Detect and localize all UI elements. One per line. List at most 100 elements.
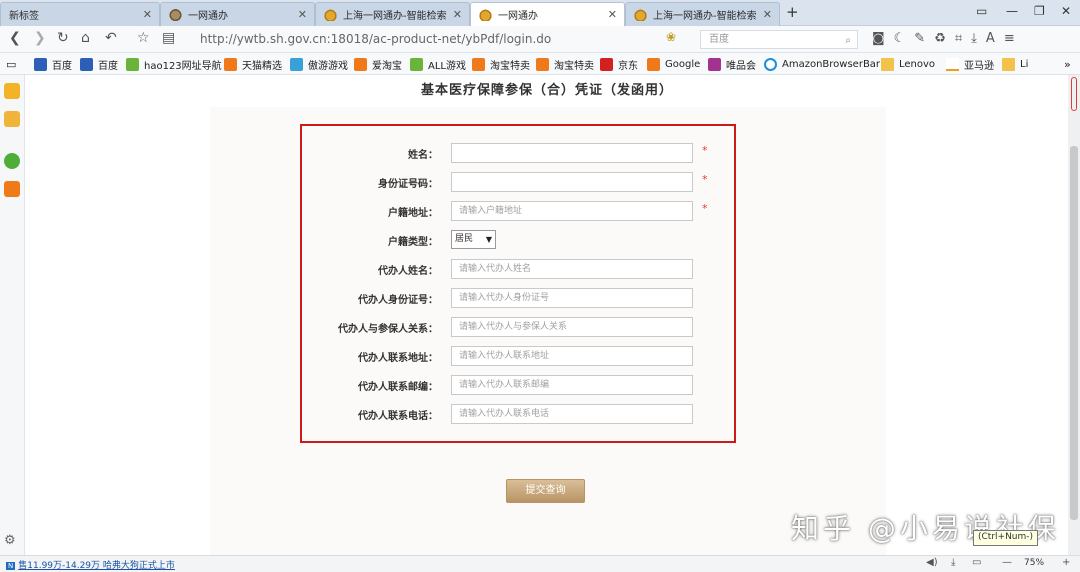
- bookmark-item[interactable]: AmazonBrowserBar: [764, 57, 880, 72]
- close-window-icon[interactable]: ✕: [1061, 4, 1071, 18]
- back-icon[interactable]: ❮: [9, 30, 21, 46]
- amazon-icon: [946, 58, 959, 71]
- bookmark-label: Li: [1020, 59, 1029, 70]
- bookmark-folder[interactable]: Lenovo: [881, 57, 935, 72]
- zoom-level[interactable]: 75%: [1024, 558, 1044, 568]
- site-favicon-icon: [479, 8, 492, 21]
- close-icon[interactable]: ✕: [453, 8, 462, 21]
- download-icon[interactable]: ⤓: [971, 31, 986, 46]
- form-row-agent-name: 代办人姓名：: [302, 259, 738, 279]
- tab-new-tab[interactable]: 新标签 ✕: [0, 2, 160, 26]
- bookmark-item[interactable]: hao123网址导航: [126, 57, 222, 72]
- smiley-icon[interactable]: [4, 153, 20, 169]
- taobao-sale-icon: [536, 58, 549, 71]
- settings-gear-icon[interactable]: ⚙: [4, 533, 20, 549]
- bookmark-label: 百度: [52, 61, 72, 72]
- bookmark-item[interactable]: 百度: [34, 57, 72, 72]
- scrollbar-thumb[interactable]: [1070, 146, 1078, 520]
- bookmark-item[interactable]: 爱淘宝: [354, 57, 402, 72]
- zoom-in-icon[interactable]: +: [1062, 557, 1070, 568]
- google-icon: [647, 58, 660, 71]
- bookmark-item[interactable]: 傲游游戏: [290, 57, 348, 72]
- bookmark-item[interactable]: 京东: [600, 57, 638, 72]
- close-icon[interactable]: ✕: [608, 8, 617, 21]
- rss-icon[interactable]: [4, 181, 20, 197]
- bookmark-item[interactable]: 亚马逊: [946, 57, 994, 72]
- sync-icon[interactable]: ♻: [934, 31, 955, 46]
- agent-postcode-input[interactable]: [451, 375, 693, 395]
- select-value: 居民: [455, 234, 474, 244]
- bookmark-item[interactable]: 百度: [80, 57, 118, 72]
- favorite-star-icon[interactable]: ☆: [137, 30, 150, 46]
- vertical-scrollbar[interactable]: [1068, 75, 1080, 555]
- close-icon[interactable]: ✕: [298, 8, 307, 21]
- bookmark-item[interactable]: 淘宝特卖: [472, 57, 530, 72]
- agent-address-input[interactable]: [451, 346, 693, 366]
- camera-icon[interactable]: ◙: [872, 31, 894, 46]
- bookmark-label: 百度: [98, 61, 118, 72]
- window-icon[interactable]: ▭: [972, 557, 981, 568]
- agent-id-input[interactable]: [451, 288, 693, 308]
- close-icon[interactable]: ✕: [763, 8, 772, 21]
- required-mark: *: [702, 173, 708, 186]
- volume-icon[interactable]: ◀): [926, 557, 938, 568]
- url-field[interactable]: http://ywtb.sh.gov.cn:18018/ac-product-n…: [188, 30, 650, 49]
- tab-bar: 新标签 ✕ 一网通办 ✕ 上海一网通办-智能检索 ✕ 一网通办 ✕ 上海一网通办…: [0, 0, 1080, 26]
- search-icon[interactable]: ⌕: [845, 32, 851, 49]
- forward-icon[interactable]: ❯: [34, 30, 46, 46]
- tab-smart-search-2[interactable]: 上海一网通办-智能检索 ✕: [625, 2, 780, 26]
- household-type-select[interactable]: 居民 ▼: [451, 230, 496, 249]
- tab-ywtb-active[interactable]: 一网通办 ✕: [470, 2, 625, 26]
- tools-icon[interactable]: ✎: [914, 31, 934, 46]
- name-input[interactable]: [451, 143, 693, 163]
- restore-icon[interactable]: ❐: [1034, 4, 1045, 18]
- font-size-icon[interactable]: A: [986, 31, 1004, 46]
- submit-query-button[interactable]: 提交查询: [506, 479, 585, 503]
- menu-icon[interactable]: ≡: [1004, 31, 1024, 46]
- screenshot-icon[interactable]: ⌗: [955, 31, 971, 46]
- search-box[interactable]: 百度 ⌕: [700, 30, 858, 49]
- tab-ywtb-1[interactable]: 一网通办 ✕: [160, 2, 315, 26]
- bookmark-item[interactable]: 淘宝特卖: [536, 57, 594, 72]
- more-bookmarks-icon[interactable]: »: [1064, 57, 1071, 72]
- baidu-icon: [34, 58, 47, 71]
- bookmark-folder[interactable]: Li: [1002, 57, 1028, 72]
- field-label: 代办人身份证号：: [358, 295, 438, 306]
- zoom-out-icon[interactable]: —: [1002, 557, 1012, 568]
- paw-icon[interactable]: ❀: [666, 30, 676, 44]
- notes-icon[interactable]: [4, 111, 20, 127]
- ad-text: 售11.99万-14.29万 哈弗大狗正式上市: [18, 561, 175, 571]
- bookmark-item[interactable]: ALL游戏: [410, 57, 466, 72]
- baidu-icon: [80, 58, 93, 71]
- bookmark-item[interactable]: Google: [647, 57, 700, 72]
- bookmark-label: 亚马逊: [964, 61, 994, 72]
- favorites-star-icon[interactable]: [4, 83, 20, 99]
- tab-smart-search-1[interactable]: 上海一网通办-智能检索 ✕: [315, 2, 470, 26]
- hao123-icon: [126, 58, 139, 71]
- reader-icon[interactable]: ▤: [162, 30, 175, 46]
- agent-phone-input[interactable]: [451, 404, 693, 424]
- id-number-input[interactable]: [451, 172, 693, 192]
- bookmark-label: 爱淘宝: [372, 61, 402, 72]
- close-icon[interactable]: ✕: [143, 8, 152, 21]
- minimize-icon[interactable]: —: [1006, 4, 1018, 18]
- agent-relation-input[interactable]: [451, 317, 693, 337]
- form-row-agent-id: 代办人身份证号：: [302, 288, 738, 308]
- reload-icon[interactable]: ↻: [57, 30, 69, 46]
- home-icon[interactable]: ⌂: [81, 30, 90, 46]
- download-status-icon[interactable]: ⤓: [951, 557, 955, 568]
- form-row-agent-postcode: 代办人联系邮编：: [302, 375, 738, 395]
- bookmark-label: hao123网址导航: [144, 61, 222, 72]
- sidebar-toggle-icon[interactable]: ▭: [976, 4, 987, 18]
- form-row-name: 姓名： *: [302, 143, 738, 163]
- night-mode-icon[interactable]: ☾: [894, 31, 915, 46]
- undo-close-icon[interactable]: ↶: [105, 30, 117, 46]
- bookmarks-toggle-icon[interactable]: ▭: [6, 57, 16, 72]
- bookmark-label: Lenovo: [899, 59, 936, 70]
- agent-name-input[interactable]: [451, 259, 693, 279]
- bookmark-item[interactable]: 唯品会: [708, 57, 756, 72]
- household-address-input[interactable]: [451, 201, 693, 221]
- status-ad-link[interactable]: N 售11.99万-14.29万 哈弗大狗正式上市: [6, 558, 175, 571]
- new-tab-plus-icon[interactable]: +: [786, 3, 799, 21]
- bookmark-item[interactable]: 天猫精选: [224, 57, 282, 72]
